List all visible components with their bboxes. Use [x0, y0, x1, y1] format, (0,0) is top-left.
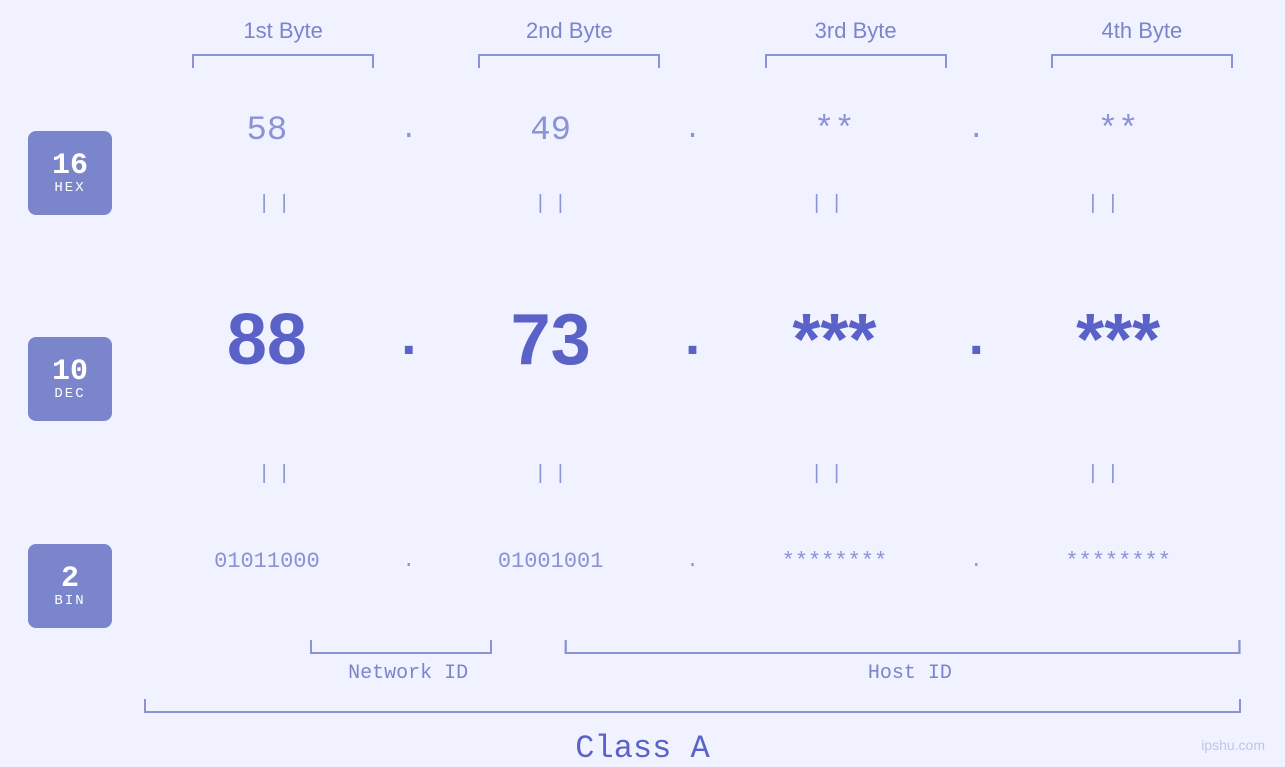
hex-badge: 16 HEX: [28, 131, 112, 215]
eq-4: ||: [969, 193, 1245, 216]
bin-badge-label: BIN: [54, 594, 85, 608]
dec-dot-2: .: [678, 308, 708, 371]
hex-byte-3: **: [708, 112, 962, 150]
network-id-label: Network ID: [280, 662, 536, 685]
bracket-3: [713, 50, 999, 70]
hex-dot-2: .: [678, 115, 708, 146]
dec-dot-3: .: [961, 308, 991, 371]
dec-row: 88 . 73 . *** . ***: [140, 218, 1285, 461]
main-container: 1st Byte 2nd Byte 3rd Byte 4th Byte: [0, 0, 1285, 767]
watermark: ipshu.com: [1201, 737, 1265, 753]
hex-dot-3: .: [961, 115, 991, 146]
eq-3: ||: [693, 193, 969, 216]
dec-dot-1: .: [394, 308, 424, 371]
eq-6: ||: [416, 463, 692, 486]
byte-header-2: 2nd Byte: [426, 18, 712, 44]
eq-7: ||: [693, 463, 969, 486]
bin-byte-2: 01001001: [424, 549, 678, 574]
eq-5: ||: [140, 463, 416, 486]
id-labels-row: Network ID Host ID: [140, 662, 1285, 685]
dec-badge: 10 DEC: [28, 337, 112, 421]
bin-byte-1: 01011000: [140, 549, 394, 574]
bin-dot-3: .: [961, 550, 991, 573]
bin-badge: 2 BIN: [28, 544, 112, 628]
byte-header-1: 1st Byte: [140, 18, 426, 44]
bin-row: 01011000 . 01001001 . ******** . *******…: [140, 488, 1285, 634]
dec-byte-1: 88: [140, 299, 394, 381]
byte-header-4: 4th Byte: [999, 18, 1285, 44]
bin-byte-4: ********: [991, 549, 1245, 574]
hex-byte-1: 58: [140, 112, 394, 150]
top-brackets: [0, 50, 1285, 70]
dec-byte-4: ***: [991, 299, 1245, 381]
hex-badge-label: HEX: [54, 181, 85, 195]
bin-byte-3: ********: [708, 549, 962, 574]
hex-badge-num: 16: [52, 151, 88, 181]
eq-row-1: || || || ||: [140, 191, 1285, 218]
eq-8: ||: [969, 463, 1245, 486]
dec-badge-label: DEC: [54, 387, 85, 401]
bin-dot-1: .: [394, 550, 424, 573]
dec-badge-num: 10: [52, 357, 88, 387]
byte-headers-row: 1st Byte 2nd Byte 3rd Byte 4th Byte: [0, 0, 1285, 44]
bracket-2: [426, 50, 712, 70]
hex-byte-2: 49: [424, 112, 678, 150]
host-bracket: [560, 638, 1245, 658]
eq-1: ||: [140, 193, 416, 216]
big-bottom-bracket: [0, 697, 1285, 722]
values-area: 58 . 49 . ** . ** || || ||: [140, 70, 1285, 689]
bracket-1: [140, 50, 426, 70]
network-bracket: [280, 638, 521, 658]
host-id-label: Host ID: [575, 662, 1245, 685]
hex-dot-1: .: [394, 115, 424, 146]
bracket-4: [999, 50, 1285, 70]
eq-row-2: || || || ||: [140, 461, 1285, 488]
hex-row: 58 . 49 . ** . **: [140, 70, 1285, 191]
dec-byte-2: 73: [424, 299, 678, 381]
hex-byte-4: **: [991, 112, 1245, 150]
class-label: Class A: [0, 730, 1285, 767]
bin-dot-2: .: [678, 550, 708, 573]
bottom-brackets: [140, 638, 1285, 658]
base-badges-col: 16 HEX 10 DEC 2 BIN: [0, 70, 140, 689]
byte-header-3: 3rd Byte: [713, 18, 999, 44]
bin-badge-num: 2: [61, 564, 79, 594]
eq-2: ||: [416, 193, 692, 216]
dec-byte-3: ***: [708, 299, 962, 381]
